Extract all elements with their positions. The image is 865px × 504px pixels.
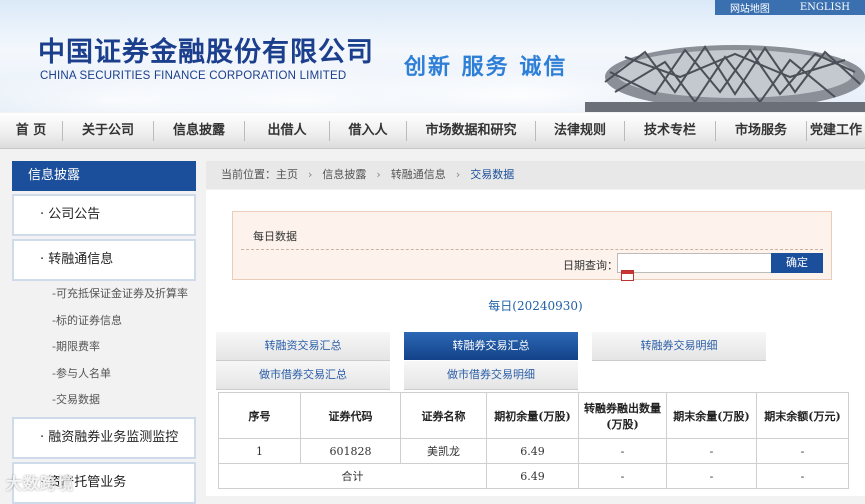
cell-total-closing-volume: -: [666, 463, 757, 489]
cell-opening-volume: 6.49: [486, 438, 579, 464]
sidebar-subitem-rates[interactable]: -期限费率: [12, 334, 196, 361]
table-row: 1 601828 美凯龙 6.49 - - -: [218, 438, 849, 464]
cell-closing-balance: -: [756, 438, 849, 464]
nav-about[interactable]: 关于公司: [63, 113, 153, 148]
nav-market-data[interactable]: 市场数据和研究: [407, 113, 535, 148]
cell-index: 1: [218, 438, 301, 464]
cell-total-closing-balance: -: [756, 463, 849, 489]
col-header-lent-quantity: 转融券融出数量(万股): [578, 392, 667, 439]
col-header-index: 序号: [218, 392, 301, 439]
tab-securities-lending-summary[interactable]: 转融券交易汇总: [404, 332, 578, 360]
date-query-input[interactable]: [617, 253, 775, 273]
chevron-right-icon: ›: [308, 168, 313, 181]
sidebar-item-refinancing[interactable]: · 转融通信息: [12, 239, 196, 281]
sidebar-subitem-underlying[interactable]: -标的证券信息: [12, 308, 196, 335]
nav-rules[interactable]: 法律规则: [536, 113, 624, 148]
sidebar-title: 信息披露: [12, 161, 196, 191]
sitemap-link[interactable]: 网站地图: [730, 0, 770, 15]
nav-market-services[interactable]: 市场服务: [716, 113, 806, 148]
cell-total-lent-quantity: -: [578, 463, 667, 489]
table-header-row: 序号 证券代码 证券名称 期初余量(万股) 转融券融出数量(万股) 期末余量(万…: [218, 392, 849, 439]
nav-disclosure[interactable]: 信息披露: [154, 113, 244, 148]
nav-party[interactable]: 党建工作: [807, 113, 865, 148]
nav-home[interactable]: 首 页: [0, 113, 62, 148]
col-header-closing-volume: 期末余量(万股): [666, 392, 757, 439]
logo-english: CHINA SECURITIES FINANCE CORPORATION LIM…: [40, 70, 347, 82]
nav-tech[interactable]: 技术专栏: [625, 113, 715, 148]
data-date-heading: 每日(20240930): [488, 299, 583, 313]
top-links: 网站地图 ENGLISH: [715, 0, 865, 15]
chevron-right-icon: ›: [455, 168, 461, 181]
date-query-label: 日期查询：: [563, 259, 618, 272]
sidebar-item-announcements[interactable]: · 公司公告: [12, 194, 196, 236]
dashed-divider: [241, 249, 823, 250]
breadcrumb-refinancing[interactable]: 转融通信息: [391, 161, 446, 189]
cell-total-label: 合计: [218, 463, 487, 489]
nav-lender[interactable]: 出借人: [245, 113, 329, 148]
col-header-closing-balance: 期末余额(万元): [756, 392, 849, 439]
cell-total-opening-volume: 6.49: [486, 463, 579, 489]
daily-data-title: 每日数据: [253, 230, 297, 243]
col-header-name: 证券名称: [400, 392, 487, 439]
daily-data-panel: 每日数据 日期查询： 确定: [232, 211, 832, 281]
calendar-icon[interactable]: [621, 270, 634, 281]
breadcrumb-disclosure[interactable]: 信息披露: [322, 161, 366, 189]
breadcrumb-prefix: 当前位置：: [221, 168, 276, 181]
english-link[interactable]: ENGLISH: [800, 2, 850, 13]
sidebar-subitem-collateral[interactable]: -可充抵保证金证券及折算率: [12, 281, 196, 308]
col-header-code: 证券代码: [300, 392, 401, 439]
cell-code: 601828: [300, 438, 401, 464]
left-sidebar: 信息披露 · 公司公告 · 转融通信息 -可充抵保证金证券及折算率 -标的证券信…: [12, 161, 196, 504]
tab-market-making-summary[interactable]: 做市借券交易汇总: [216, 361, 390, 390]
watermark-text: 大数跨境: [6, 474, 75, 493]
col-header-opening-volume: 期初余量(万股): [486, 392, 579, 439]
slogan: 创新 服务 诚信: [404, 55, 568, 80]
birds-nest-stadium-image: [585, 45, 865, 112]
cell-name: 美凯龙: [400, 438, 487, 464]
table-total-row: 合计 6.49 - - -: [218, 463, 849, 489]
breadcrumb-current: 交易数据: [470, 168, 515, 181]
logo-chinese[interactable]: 中国证券金融股份有限公司: [38, 30, 374, 69]
tab-refinancing-summary[interactable]: 转融资交易汇总: [216, 332, 390, 361]
cell-lent-quantity: -: [578, 438, 667, 464]
cell-closing-volume: -: [666, 438, 757, 464]
confirm-button[interactable]: 确定: [771, 253, 823, 273]
tab-market-making-detail[interactable]: 做市借券交易明细: [404, 361, 578, 390]
breadcrumb: 当前位置： 主页 › 信息披露 › 转融通信息 › 交易数据: [206, 161, 865, 189]
main-content: 每日数据 日期查询： 确定 每日(20240930) 转融资交易汇总 转融券交易…: [206, 190, 865, 496]
nav-borrower[interactable]: 借入人: [330, 113, 406, 148]
tab-securities-lending-detail[interactable]: 转融券交易明细: [592, 332, 766, 361]
main-nav: 首 页 关于公司 信息披露 出借人 借入人 市场数据和研究 法律规则 技术专栏 …: [0, 113, 865, 149]
sidebar-subitem-trade-data[interactable]: -交易数据: [12, 387, 196, 414]
chevron-right-icon: ›: [376, 168, 381, 181]
breadcrumb-home[interactable]: 主页: [276, 161, 298, 189]
site-header: 网站地图 ENGLISH 中国证券金融股份有限公司 CHINA SECURITI…: [0, 0, 865, 112]
sidebar-item-margin-monitoring[interactable]: · 融资融券业务监测监控: [12, 416, 196, 459]
sidebar-subitem-participants[interactable]: -参与人名单: [12, 361, 196, 388]
trade-data-table: 序号 证券代码 证券名称 期初余量(万股) 转融券融出数量(万股) 期末余量(万…: [218, 392, 849, 489]
